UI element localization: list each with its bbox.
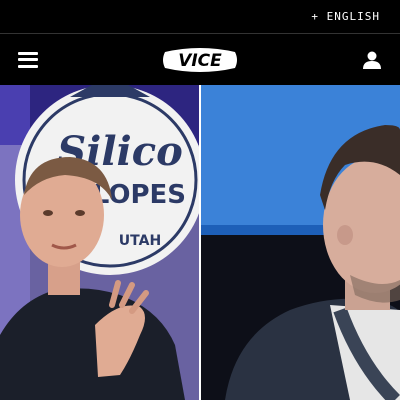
logo-text: VICE [178,51,222,71]
hamburger-menu-icon[interactable] [18,51,38,68]
sign-line-3: UTAH [119,233,161,249]
hero-image[interactable]: Silico SLOPES UTAH [0,85,400,400]
left-photo: Silico SLOPES UTAH [0,85,205,400]
user-account-icon[interactable] [362,50,382,70]
hero-photo-composite: Silico SLOPES UTAH [0,85,400,400]
right-photo [200,85,400,400]
vice-logo[interactable]: VICE [161,46,239,74]
main-navigation-bar: VICE [0,34,400,85]
language-selector[interactable]: + ENGLISH [311,10,380,23]
top-utility-bar: + ENGLISH [0,0,400,34]
